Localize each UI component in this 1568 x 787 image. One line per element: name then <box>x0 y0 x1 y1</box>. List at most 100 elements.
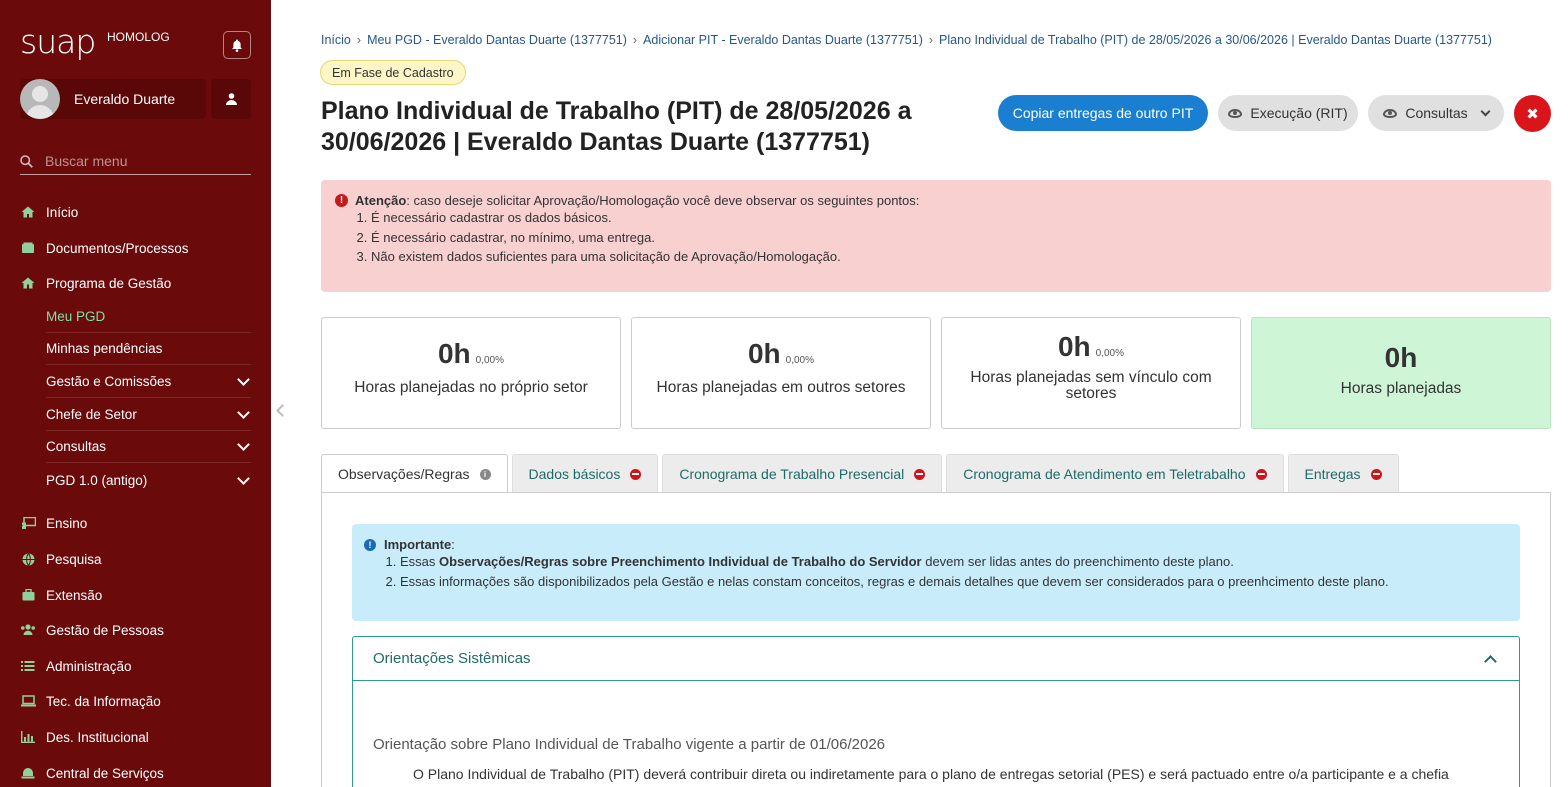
close-button[interactable]: ✖ <box>1514 95 1551 132</box>
menu-label: Gestão de Pessoas <box>46 622 164 638</box>
environment-label: HOMOLOG <box>107 30 170 44</box>
tab-label: Observações/Regras <box>338 466 470 482</box>
menu-item-programa-gestao[interactable]: Programa de Gestão <box>20 270 251 296</box>
tab-dados-basicos[interactable]: Dados básicos <box>511 454 659 493</box>
minus-circle-icon <box>630 468 642 480</box>
stat-card-total: 0h Horas planejadas <box>1251 317 1551 429</box>
menu-item-documentos[interactable]: Documentos/Processos <box>20 235 251 261</box>
search-input[interactable]: Buscar menu <box>45 153 127 169</box>
teacher-icon <box>20 517 36 529</box>
menu-label: Tec. da Informação <box>46 693 161 709</box>
tab-bar: Observações/Regras i Dados básicos Cronog… <box>321 454 1403 493</box>
submenu-label: Gestão e Comissões <box>46 374 172 389</box>
menu-label: Extensão <box>46 587 103 603</box>
menu-item-inicio[interactable]: Início <box>20 199 251 225</box>
submenu-pgd-antigo[interactable]: PGD 1.0 (antigo) <box>46 464 251 496</box>
tab-cronograma-teletrabalho[interactable]: Cronograma de Atendimento em Teletrabalh… <box>946 454 1284 493</box>
menu-item-gestao-pessoas[interactable]: Gestão de Pessoas <box>20 617 251 643</box>
chevron-up-icon <box>1484 654 1497 668</box>
chevron-down-icon <box>237 471 250 485</box>
submenu-label: Chefe de Setor <box>46 407 137 422</box>
menu-item-central-servicos[interactable]: Central de Serviços <box>20 760 251 786</box>
submenu-consultas[interactable]: Consultas <box>46 431 251 463</box>
bell-icon <box>232 39 242 52</box>
info-title: Importante <box>384 537 452 552</box>
avatar <box>20 79 60 119</box>
sidebar: suap HOMOLOG Everaldo Duarte Buscar menu… <box>0 0 271 787</box>
minus-circle-icon <box>1255 468 1267 480</box>
tab-observacoes-regras[interactable]: Observações/Regras i <box>321 454 508 493</box>
menu-item-ensino[interactable]: Ensino <box>20 510 251 536</box>
execucao-label: Execução (RIT) <box>1250 105 1348 121</box>
menu-item-pesquisa[interactable]: Pesquisa <box>20 546 251 572</box>
page-title: Plano Individual de Trabalho (PIT) de 28… <box>321 97 912 156</box>
tab-label: Entregas <box>1304 466 1361 482</box>
menu-item-des-institucional[interactable]: Des. Institucional <box>20 724 251 750</box>
chevron-down-icon <box>237 373 250 386</box>
bar-chart-icon <box>20 731 36 743</box>
chevron-down-icon <box>237 438 250 451</box>
suap-logo[interactable]: suap <box>20 22 96 61</box>
breadcrumb-link[interactable]: Início <box>321 33 351 47</box>
accordion-orientacoes: Orientações Sistêmicas Orientação sobre … <box>352 636 1520 787</box>
consultas-dropdown-button[interactable]: Consultas <box>1368 95 1504 131</box>
submenu-label: Consultas <box>46 439 107 454</box>
info-icon: ! <box>364 538 376 551</box>
submenu-gestao-comissoes[interactable]: Gestão e Comissões <box>46 366 251 398</box>
breadcrumb-link[interactable]: Adicionar PIT - Everaldo Dantas Duarte (… <box>643 33 923 47</box>
menu-label: Ensino <box>46 515 88 531</box>
tab-label: Cronograma de Atendimento em Teletrabalh… <box>963 466 1246 482</box>
accordion-title: Orientações Sistêmicas <box>373 650 531 667</box>
menu-item-administracao[interactable]: Administração <box>20 653 251 679</box>
menu-label: Pesquisa <box>46 551 102 567</box>
stat-value: 0h <box>437 338 471 369</box>
menu-label: Programa de Gestão <box>46 275 172 291</box>
user-icon <box>225 93 237 105</box>
menu-search[interactable]: Buscar menu <box>20 148 251 175</box>
notifications-button[interactable] <box>223 31 251 59</box>
breadcrumb-separator-icon: › <box>356 33 362 47</box>
submenu-label: Minhas pendências <box>46 341 163 356</box>
submenu-meu-pgd[interactable]: Meu PGD <box>46 301 251 333</box>
info-item: Essas informações são disponibilizados p… <box>400 572 1508 592</box>
accordion-text: O Plano Individual de Trabalho (PIT) dev… <box>413 766 1449 782</box>
info-text: Essas <box>400 554 440 569</box>
submenu-chefe-setor[interactable]: Chefe de Setor <box>46 399 251 431</box>
tab-label: Cronograma de Trabalho Presencial <box>679 466 905 482</box>
close-icon: ✖ <box>1526 105 1539 123</box>
submenu-minhas-pendencias[interactable]: Minhas pendências <box>46 333 251 365</box>
stat-label: Horas planejadas no próprio setor <box>354 379 588 396</box>
info-item: Essas Observações/Regras sobre Preenchim… <box>400 552 1508 572</box>
eye-icon <box>1383 108 1398 118</box>
breadcrumb: Início › Meu PGD - Everaldo Dantas Duarte … <box>321 33 1492 47</box>
important-alert: !Importante: Essas Observações/Regras so… <box>352 524 1520 621</box>
menu-item-tec-informacao[interactable]: Tec. da Informação <box>20 688 251 714</box>
tab-cronograma-presencial[interactable]: Cronograma de Trabalho Presencial <box>662 454 943 493</box>
users-icon <box>20 624 36 636</box>
eye-icon <box>1228 108 1243 118</box>
breadcrumb-separator-icon: › <box>928 33 934 47</box>
accordion-subtitle: Orientação sobre Plano Individual de Tra… <box>373 736 886 753</box>
chevron-down-icon <box>1480 106 1491 116</box>
breadcrumb-link[interactable]: Meu PGD - Everaldo Dantas Duarte (137775… <box>367 33 627 47</box>
execucao-rit-button[interactable]: Execução (RIT) <box>1218 95 1358 131</box>
consultas-label: Consultas <box>1405 105 1468 121</box>
menu-label: Des. Institucional <box>46 729 149 745</box>
info-icon: i <box>479 468 491 480</box>
stat-label: Horas planejadas <box>1340 380 1462 397</box>
minus-circle-icon <box>914 468 926 480</box>
tab-entregas[interactable]: Entregas <box>1287 454 1399 493</box>
alert-text: : caso deseje solicitar Aprovação/Homolo… <box>406 193 920 208</box>
breadcrumb-current[interactable]: Plano Individual de Trabalho (PIT) de 28… <box>939 33 1492 47</box>
collapse-sidebar-icon[interactable] <box>276 404 289 417</box>
documents-icon <box>20 242 36 254</box>
submenu-label: PGD 1.0 (antigo) <box>46 472 148 488</box>
menu-label: Início <box>46 204 79 220</box>
user-menu-button[interactable] <box>211 79 251 119</box>
stat-value: 0h <box>747 338 781 369</box>
menu-item-extensao[interactable]: Extensão <box>20 582 251 608</box>
accordion-header[interactable]: Orientações Sistêmicas <box>353 637 1519 681</box>
stat-percent: 0,00% <box>475 355 505 366</box>
user-profile[interactable]: Everaldo Duarte <box>20 79 206 119</box>
copy-deliveries-button[interactable]: Copiar entregas de outro PIT <box>998 95 1208 131</box>
